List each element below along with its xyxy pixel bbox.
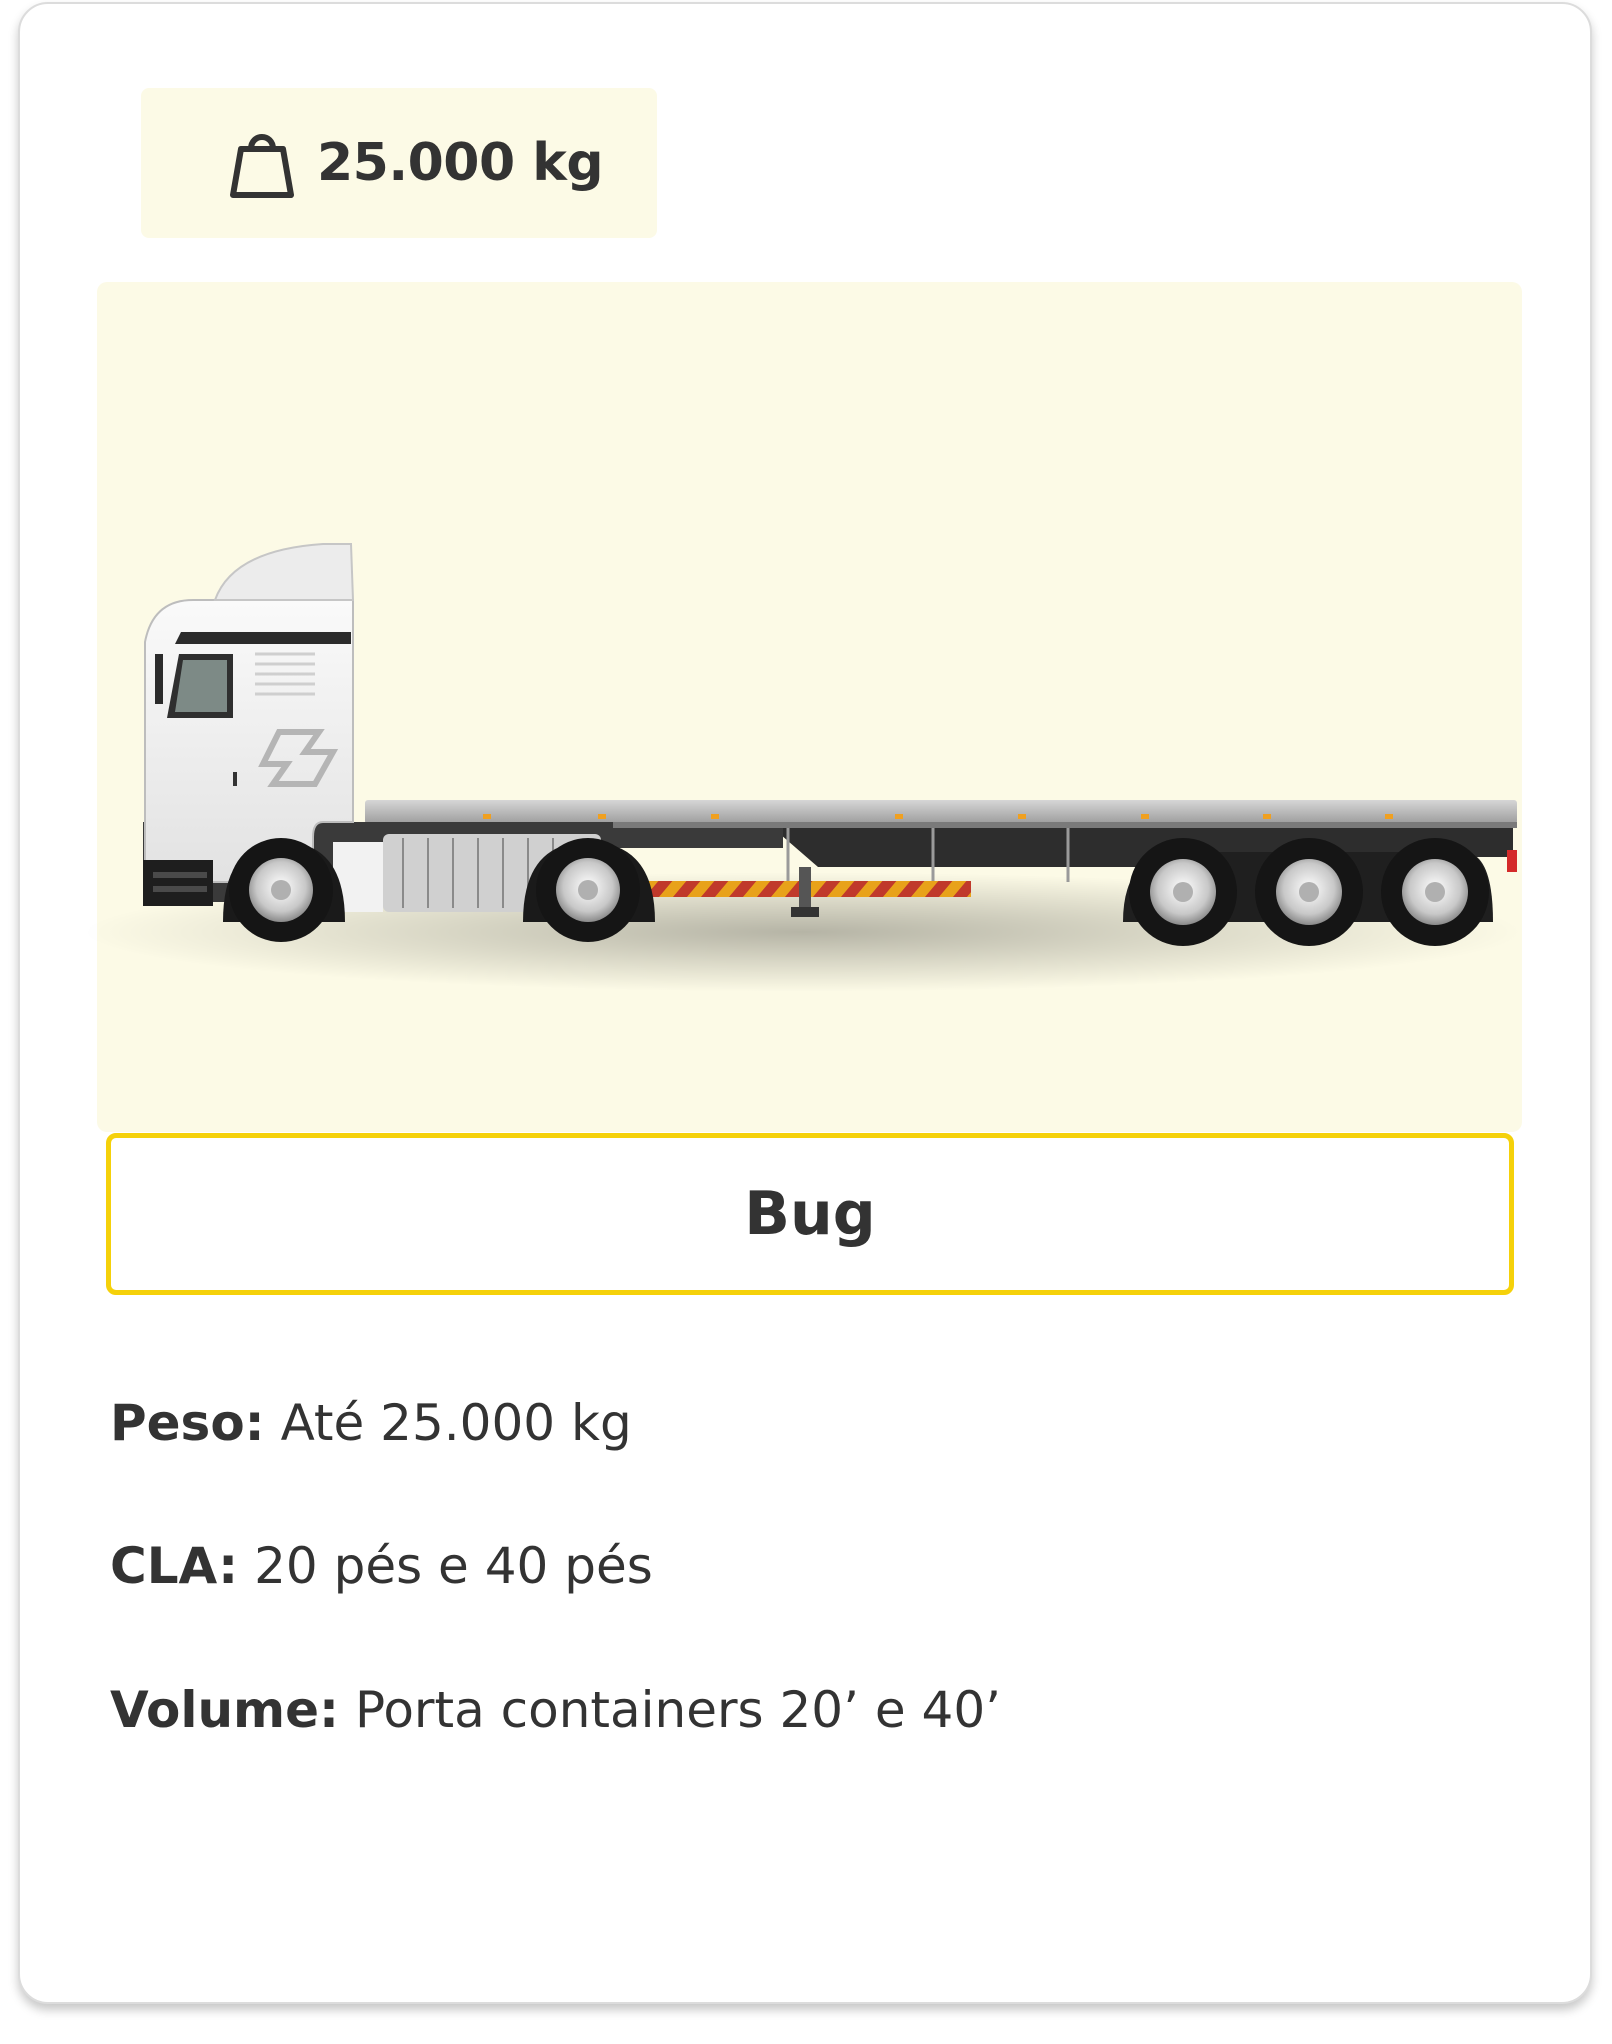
vehicle-title: Bug (744, 1179, 876, 1249)
spec-cla-value: 20 pés e 40 pés (254, 1537, 653, 1595)
weight-badge: 25.000 kg (141, 88, 657, 238)
flatbed-truck-illustration (83, 543, 1523, 992)
weight-value: 25.000 kg (317, 133, 604, 193)
spec-cla-label: CLA: (110, 1537, 239, 1595)
spec-volume-value: Porta containers 20’ e 40’ (354, 1681, 1002, 1739)
weight-bag-icon (229, 125, 295, 201)
vehicle-card: 25.000 kg Bug Peso: Até 25.000 kg CLA: 2… (18, 2, 1592, 2004)
spec-volume-label: Volume: (110, 1681, 340, 1739)
spec-weight-label: Peso: (110, 1394, 265, 1452)
spec-cla: CLA: 20 pés e 40 pés (110, 1537, 653, 1595)
spec-volume: Volume: Porta containers 20’ e 40’ (110, 1681, 1001, 1739)
vehicle-title-box: Bug (106, 1133, 1514, 1295)
spec-weight-value: Até 25.000 kg (280, 1394, 632, 1452)
truck-image (83, 282, 1523, 1132)
spec-weight: Peso: Até 25.000 kg (110, 1394, 632, 1452)
